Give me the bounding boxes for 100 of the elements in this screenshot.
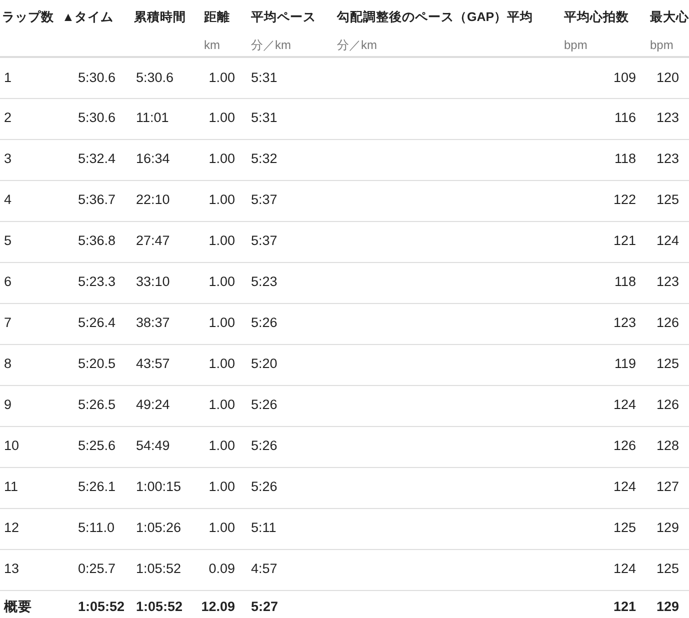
table-cell: 5:11.0 [78, 520, 115, 536]
column-header[interactable]: 平均心拍数 [564, 10, 629, 24]
table-cell: 0:25.7 [78, 561, 116, 576]
column-header[interactable]: 距離 [204, 10, 230, 24]
table-cell: 123 [656, 274, 679, 290]
table-cell: 125 [656, 192, 679, 208]
table-cell: 125 [656, 356, 679, 372]
table-cell: 5:36.8 [78, 233, 116, 248]
column-header[interactable]: ラップ数 [2, 10, 54, 24]
table-cell: 126 [656, 397, 679, 412]
table-cell: 4 [4, 192, 12, 208]
table-cell: 5:25.6 [78, 438, 116, 454]
table-cell: 6 [4, 274, 12, 290]
table-cell: 7 [4, 315, 12, 330]
table-cell: 1:05:52 [136, 561, 182, 576]
table-cell: 9 [4, 397, 12, 412]
table-cell: 8 [4, 356, 12, 372]
table-cell: 5:32.4 [78, 151, 116, 166]
table-cell: 5 [4, 233, 12, 248]
table-cell: 13 [4, 561, 20, 576]
table-cell: 118 [614, 151, 636, 166]
table-cell: 1.00 [208, 233, 235, 248]
table-cell: 1.00 [208, 438, 235, 454]
table-cell: 49:24 [136, 397, 170, 412]
unit-label: bpm [564, 36, 588, 54]
table-cell: 5:31 [251, 70, 278, 85]
table-cell: 1:00:15 [136, 479, 182, 494]
table-cell: 125 [613, 520, 636, 536]
table-cell: 124 [656, 233, 679, 248]
table-cell: 116 [614, 110, 636, 126]
table-cell: 122 [613, 192, 636, 208]
table-cell: 5:26 [251, 315, 278, 330]
table-cell: 5:26 [251, 438, 278, 454]
table-cell: 5:23.3 [78, 274, 116, 290]
table-cell: 5:36.7 [78, 192, 116, 208]
table-cell: 5:26.4 [78, 315, 116, 330]
table-cell: 1.00 [208, 151, 235, 166]
table-cell: 38:37 [136, 315, 170, 330]
table-cell: 11 [4, 479, 18, 494]
column-header[interactable]: 累積時間 [134, 10, 186, 24]
unit-label: 分／km [251, 36, 292, 54]
table-cell: 5:30.6 [78, 70, 116, 85]
table-cell: 1.00 [208, 274, 235, 290]
table-cell: 129 [656, 599, 679, 614]
table-cell: 12 [4, 520, 20, 536]
table-cell: 123 [656, 110, 679, 126]
column-header[interactable]: ▲タイム [62, 10, 114, 24]
table-cell: 5:11 [251, 520, 276, 536]
table-cell: 1.00 [208, 479, 235, 494]
table-cell: 125 [656, 561, 679, 576]
table-cell: 33:10 [136, 274, 170, 290]
table-cell: 1.00 [208, 315, 235, 330]
table-cell: 5:27 [251, 599, 278, 614]
table-cell: 1:05:52 [78, 599, 125, 614]
table-cell: 12.09 [201, 599, 235, 614]
table-cell: 5:32 [251, 151, 278, 166]
table-cell: 120 [656, 70, 679, 85]
table-cell: 3 [4, 151, 12, 166]
table-cell: 129 [656, 520, 679, 536]
table-cell: 4:57 [251, 561, 278, 576]
table-cell: 43:57 [136, 356, 170, 372]
table-cell: 1.00 [208, 356, 235, 372]
table-cell: 10 [4, 438, 20, 454]
table-cell: 126 [656, 315, 679, 330]
table-cell: 5:30.6 [78, 110, 116, 126]
table-cell: 22:10 [136, 192, 170, 208]
table-cell: 127 [656, 479, 679, 494]
table-cell: 5:26.5 [78, 397, 116, 412]
table-cell: 5:37 [251, 233, 278, 248]
table-cell: 128 [656, 438, 679, 454]
unit-label: 分／km [337, 36, 378, 54]
table-cell: 123 [656, 151, 679, 166]
table-cell: 16:34 [136, 151, 170, 166]
table-cell: 126 [613, 438, 636, 454]
table-cell: 5:31 [251, 110, 278, 126]
table-cell: 119 [614, 356, 636, 372]
column-header[interactable]: 平均ペース [251, 10, 316, 24]
table-cell: 124 [613, 561, 636, 576]
table-cell: 54:49 [136, 438, 170, 454]
table-cell: 121 [613, 233, 636, 248]
table-cell: 123 [613, 315, 636, 330]
table-cell: 1.00 [208, 520, 235, 536]
table-cell: 5:26 [251, 479, 278, 494]
table-cell: 1:05:52 [136, 599, 183, 614]
unit-label: bpm [650, 36, 674, 54]
table-cell: 5:30.6 [136, 70, 174, 85]
table-cell: 27:47 [136, 233, 170, 248]
table-cell: 1.00 [208, 110, 235, 126]
table-cell: 0.09 [208, 561, 235, 576]
table-cell: 5:26 [251, 397, 278, 412]
table-cell: 118 [614, 274, 636, 290]
unit-label: km [204, 36, 221, 54]
table-cell: 1:05:26 [136, 520, 182, 536]
column-header[interactable]: 勾配調整後のペース（GAP）平均 [337, 10, 534, 24]
table-cell: 1.00 [208, 397, 235, 412]
table-cell: 1.00 [208, 70, 235, 85]
column-header[interactable]: 最大心 [650, 10, 689, 24]
table-cell: 1 [4, 70, 12, 85]
table-cell: 5:20.5 [78, 356, 116, 372]
table-cell: 121 [613, 599, 636, 614]
